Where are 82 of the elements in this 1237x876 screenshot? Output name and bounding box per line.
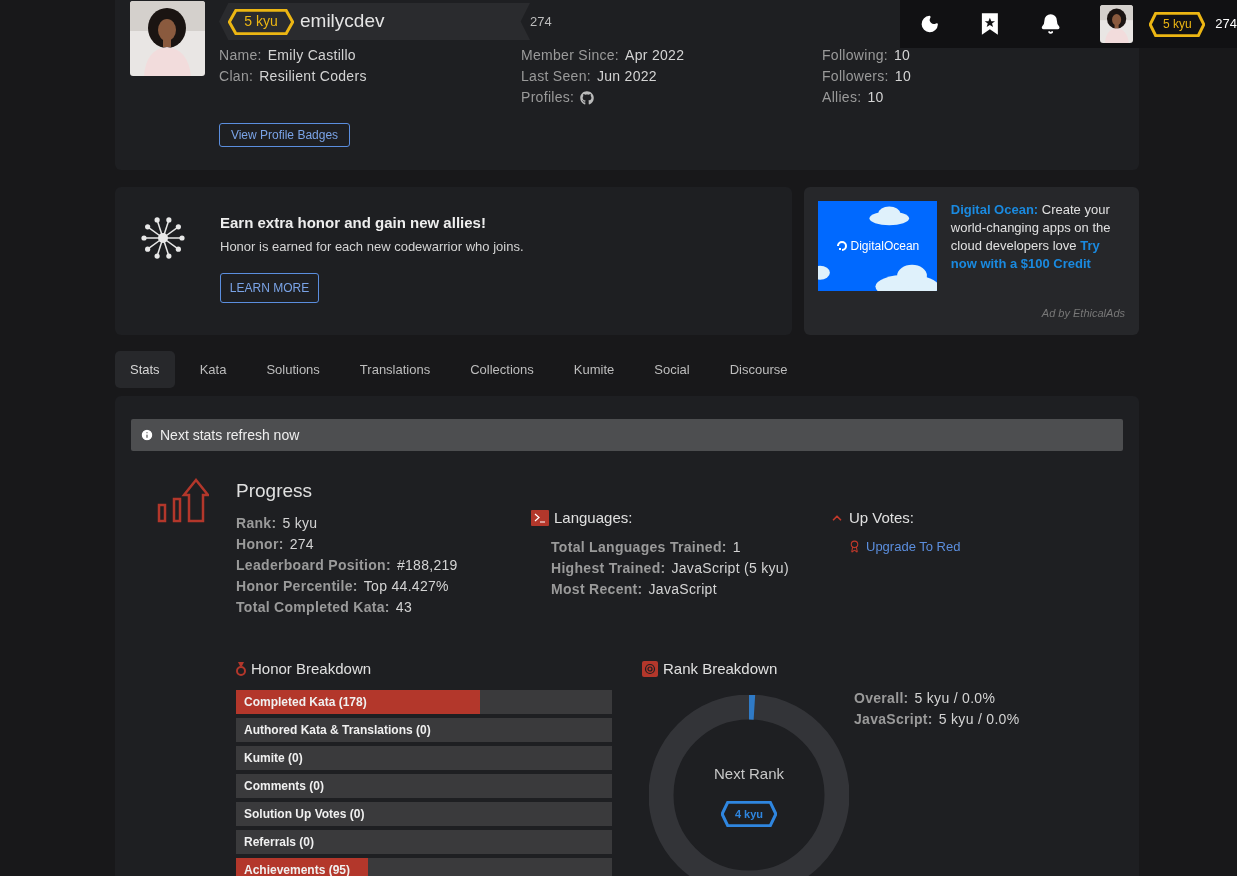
rank-badge: 4 kyu: [721, 800, 777, 827]
field-value: 10: [894, 67, 911, 86]
tab[interactable]: Solutions: [251, 351, 335, 388]
field-label: Member Since:: [521, 46, 620, 65]
next-rank-label: Next Rank: [714, 764, 784, 785]
terminal-icon: [531, 510, 549, 527]
stat-label: Honor Percentile:: [236, 576, 358, 596]
field-label: Following:: [822, 46, 889, 65]
field-value: Emily Castillo: [267, 46, 356, 65]
stat-value: 5 kyu / 0.0%: [938, 709, 1020, 729]
stat-label: Overall:: [854, 688, 909, 708]
stat-value: 5 kyu: [282, 513, 318, 533]
bar-label: Completed Kata (178): [243, 695, 367, 709]
section-title: Honor Breakdown: [251, 658, 372, 679]
info-icon: [140, 428, 154, 442]
medal-icon: [236, 661, 246, 676]
stat-label: JavaScript:: [854, 709, 933, 729]
stat-value: JavaScript: [648, 579, 717, 599]
stat-value: 1: [732, 537, 741, 557]
field-value: Jun 2022: [596, 67, 657, 86]
ad-text: Digital Ocean: Create your world-changing apps on the cloud developers love Try now with a $100 Credit: [950, 201, 1112, 273]
field-value: Resilient Coders: [259, 67, 367, 86]
stat-value: Top 44.427%: [363, 576, 449, 596]
bar-label: Referrals (0): [243, 835, 315, 849]
bar-label: Kumite (0): [243, 751, 303, 765]
tab[interactable]: Discourse: [714, 351, 803, 388]
brand-name: DigitalOcean: [850, 238, 920, 255]
tab[interactable]: Kumite: [558, 351, 630, 388]
upgrade-link[interactable]: Upgrade To Red: [866, 536, 961, 556]
section-title: Up Votes:: [849, 508, 915, 528]
view-badges-button[interactable]: View Profile Badges: [219, 123, 350, 147]
field-label: Profiles:: [521, 88, 575, 107]
field-value: 10: [894, 46, 911, 65]
github-icon[interactable]: [580, 90, 595, 105]
section-title: Languages:: [554, 508, 633, 528]
stat-value: 274: [289, 534, 314, 554]
tab[interactable]: Social: [639, 351, 705, 388]
notice-text: Next stats refresh now: [160, 425, 300, 445]
stat-value: JavaScript (5 kyu): [671, 558, 789, 578]
section-title: Progress: [236, 479, 314, 503]
tab[interactable]: Collections: [455, 351, 549, 388]
bar-label: Comments (0): [243, 779, 324, 793]
learn-more-button[interactable]: LEARN MORE: [220, 273, 319, 303]
referral-text: Honor is earned for each new codewarrior who joins.: [220, 237, 524, 256]
bar-label: Achievements (95): [243, 863, 351, 876]
stat-label: Total Completed Kata:: [236, 597, 390, 617]
field-label: Allies:: [822, 88, 862, 107]
target-icon: [642, 660, 658, 677]
stat-label: Leaderboard Position:: [236, 555, 391, 575]
honor-count: 274: [529, 12, 553, 31]
field-value: Apr 2022: [625, 46, 685, 65]
stat-label: Most Recent:: [551, 579, 643, 599]
stat-value: 43: [395, 597, 412, 617]
stat-value: #188,219: [396, 555, 458, 575]
field-label: Last Seen:: [521, 67, 591, 86]
field-label: Followers:: [822, 67, 889, 86]
rank-badge: 5 kyu: [228, 8, 294, 35]
tab[interactable]: Kata: [184, 351, 242, 388]
referral-title: Earn extra honor and gain new allies!: [220, 213, 487, 233]
logo-icon: [835, 240, 848, 252]
stat-label: Honor:: [236, 534, 284, 554]
stat-value: 5 kyu / 0.0%: [914, 688, 996, 708]
moon-icon[interactable]: [920, 13, 940, 35]
ribbon-icon: [848, 539, 861, 553]
bar-label: Authored Kata & Translations (0): [243, 723, 431, 737]
bar-label: Solution Up Votes (0): [243, 807, 365, 821]
stat-label: Total Languages Trained:: [551, 537, 727, 557]
username: emilycdev: [300, 9, 385, 34]
field-label: Clan:: [219, 67, 254, 86]
tab[interactable]: Translations: [344, 351, 446, 388]
bookmark-star-icon[interactable]: [980, 11, 999, 37]
notification-bell-icon[interactable]: [1040, 12, 1062, 36]
network-icon: [139, 214, 187, 262]
stat-label: Rank:: [236, 513, 277, 533]
rank-badge: 5 kyu: [1149, 11, 1206, 37]
progress-icon: [157, 477, 209, 523]
honor-count: 274: [1215, 15, 1237, 34]
section-title: Rank Breakdown: [663, 658, 778, 679]
tab[interactable]: Stats: [115, 351, 175, 388]
stat-label: Highest Trained:: [551, 558, 666, 578]
field-value: 10: [867, 88, 884, 107]
field-label: Name:: [219, 46, 262, 65]
